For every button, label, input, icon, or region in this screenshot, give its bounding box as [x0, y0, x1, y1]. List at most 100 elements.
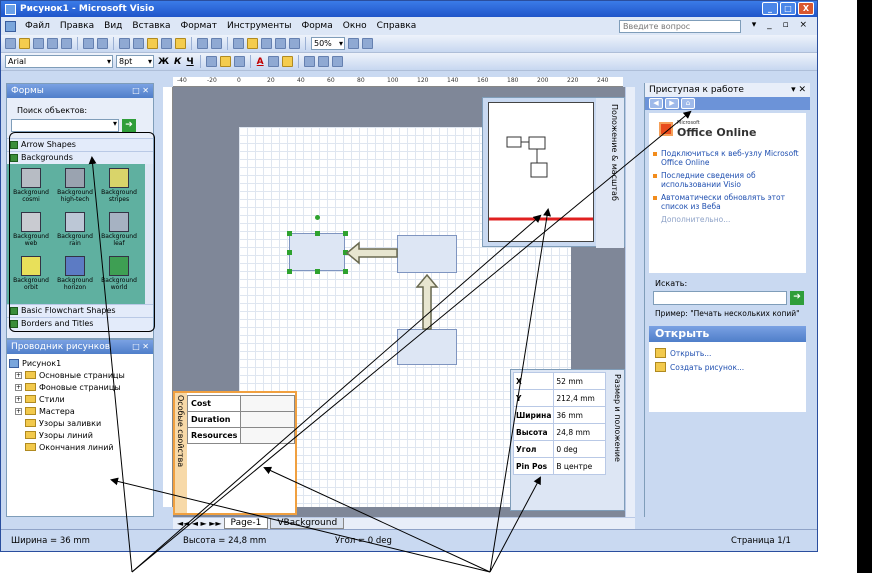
tree-expander[interactable]: +: [15, 371, 22, 379]
align-center-icon[interactable]: [219, 56, 231, 67]
research-icon[interactable]: [97, 38, 108, 49]
italic-button[interactable]: К: [173, 57, 182, 67]
font-select[interactable]: Arial: [5, 55, 113, 68]
redo-icon[interactable]: [211, 38, 222, 49]
more-link[interactable]: Дополнительно...: [653, 215, 802, 224]
prop-value-field[interactable]: [240, 411, 295, 428]
tab-page-1[interactable]: Page-1: [223, 518, 269, 529]
tree-expander[interactable]: +: [15, 395, 22, 403]
menu-help[interactable]: Справка: [372, 21, 422, 31]
tree-item[interactable]: + Мастера: [9, 405, 151, 417]
selection-handle[interactable]: [287, 269, 292, 274]
bold-button[interactable]: Ж: [157, 57, 170, 67]
menu-shape[interactable]: Форма: [296, 21, 337, 31]
new-icon[interactable]: [5, 38, 16, 49]
tp-search-input[interactable]: [653, 291, 787, 305]
menu-insert[interactable]: Вставка: [127, 21, 175, 31]
tree-item[interactable]: + Основные страницы: [9, 369, 151, 381]
font-color-button[interactable]: A: [256, 57, 265, 67]
shapes-icon[interactable]: [233, 38, 244, 49]
tree-expander[interactable]: +: [15, 383, 22, 391]
tp-search-go-button[interactable]: ➔: [790, 291, 804, 305]
explorer-close-icon[interactable]: □ ✕: [132, 340, 149, 354]
tree-item[interactable]: Узоры линий: [9, 429, 151, 441]
rotation-handle[interactable]: [315, 215, 320, 220]
zoom-dropdown-icon[interactable]: [348, 38, 359, 49]
minimize-button[interactable]: _: [762, 2, 778, 15]
align-right-icon[interactable]: [233, 56, 245, 67]
home-icon[interactable]: ⌂: [681, 98, 695, 109]
delete-icon[interactable]: [161, 38, 172, 49]
tree-item[interactable]: + Фоновые страницы: [9, 381, 151, 393]
vertical-scrollbar[interactable]: [625, 87, 635, 517]
tree-expander[interactable]: +: [15, 407, 22, 415]
line-pattern-icon[interactable]: [317, 56, 329, 67]
sp-value[interactable]: В центре: [553, 457, 607, 475]
menu-tools[interactable]: Инструменты: [222, 21, 296, 31]
selection-handle[interactable]: [315, 269, 320, 274]
open-icon[interactable]: [19, 38, 30, 49]
menu-file[interactable]: Файл: [20, 21, 55, 31]
copy-icon[interactable]: [133, 38, 144, 49]
selection-handle[interactable]: [343, 269, 348, 274]
menu-format[interactable]: Формат: [176, 21, 223, 31]
drawing-tools-icon[interactable]: [289, 38, 300, 49]
office-link[interactable]: Подключиться к веб-узлу Microsoft Office…: [653, 149, 802, 167]
paste-icon[interactable]: [147, 38, 158, 49]
ask-question-input[interactable]: Введите вопрос: [619, 20, 741, 33]
task-pane-close-icon[interactable]: ▾ ✕: [791, 83, 806, 97]
line-ends-icon[interactable]: [331, 56, 343, 67]
office-link[interactable]: Последние сведения об использовании Visi…: [653, 171, 802, 189]
format-painter-icon[interactable]: [175, 38, 186, 49]
tree-root[interactable]: Рисунок1: [9, 357, 151, 369]
close-button[interactable]: X: [798, 2, 814, 15]
selection-handle[interactable]: [315, 231, 320, 236]
create-drawing-link[interactable]: Создать рисунок...: [655, 360, 800, 374]
font-size-select[interactable]: 8pt: [116, 55, 154, 68]
line-weight-icon[interactable]: [303, 56, 315, 67]
sp-value[interactable]: 24,8 mm: [553, 423, 607, 441]
arrow-shape-up[interactable]: [415, 273, 439, 331]
text-tool-icon[interactable]: [275, 38, 286, 49]
search-shapes-input[interactable]: [11, 119, 119, 132]
print-icon[interactable]: [47, 38, 58, 49]
selection-handle[interactable]: [287, 250, 292, 255]
prop-value-field[interactable]: [240, 427, 295, 444]
print-preview-icon[interactable]: [61, 38, 72, 49]
tree-item[interactable]: Узоры заливки: [9, 417, 151, 429]
rectangle-shape[interactable]: [397, 235, 457, 273]
tree-item[interactable]: Окончания линий: [9, 441, 151, 453]
office-link[interactable]: Автоматически обновлять этот список из В…: [653, 193, 802, 211]
line-color-icon[interactable]: [267, 56, 279, 67]
document-icon[interactable]: [5, 20, 16, 32]
search-go-button[interactable]: ➔: [122, 119, 136, 132]
underline-button[interactable]: Ч: [185, 57, 194, 67]
menu-edit[interactable]: Правка: [55, 21, 99, 31]
rectangle-shape[interactable]: [397, 329, 457, 365]
tree-item[interactable]: + Стили: [9, 393, 151, 405]
zoom-select[interactable]: 50%: [311, 37, 345, 50]
forward-icon[interactable]: ▶: [665, 98, 679, 109]
pan-zoom-preview[interactable]: [488, 102, 594, 242]
tab-background[interactable]: VBackground: [270, 518, 345, 529]
help-icon[interactable]: [362, 38, 373, 49]
sp-value[interactable]: 52 mm: [553, 372, 607, 390]
back-icon[interactable]: ◀: [649, 98, 663, 109]
sp-value[interactable]: 36 mm: [553, 406, 607, 424]
sp-value[interactable]: 0 deg: [553, 440, 607, 458]
fill-color-icon[interactable]: [281, 56, 293, 67]
spelling-icon[interactable]: [83, 38, 94, 49]
connector-tool-icon[interactable]: [261, 38, 272, 49]
save-icon[interactable]: [33, 38, 44, 49]
prop-value-field[interactable]: [240, 395, 295, 412]
document-window-controls[interactable]: ▾ _ ▫ ×: [752, 20, 811, 30]
menu-window[interactable]: Окно: [338, 21, 372, 31]
shapes-panel-close-icon[interactable]: □ ✕: [132, 84, 149, 98]
maximize-button[interactable]: □: [780, 2, 796, 15]
sp-value[interactable]: 212,4 mm: [553, 389, 607, 407]
pointer-tool-icon[interactable]: [247, 38, 258, 49]
arrow-shape-left[interactable]: [345, 241, 399, 265]
align-left-icon[interactable]: [205, 56, 217, 67]
selected-rectangle-shape[interactable]: [289, 233, 345, 271]
selection-handle[interactable]: [343, 231, 348, 236]
